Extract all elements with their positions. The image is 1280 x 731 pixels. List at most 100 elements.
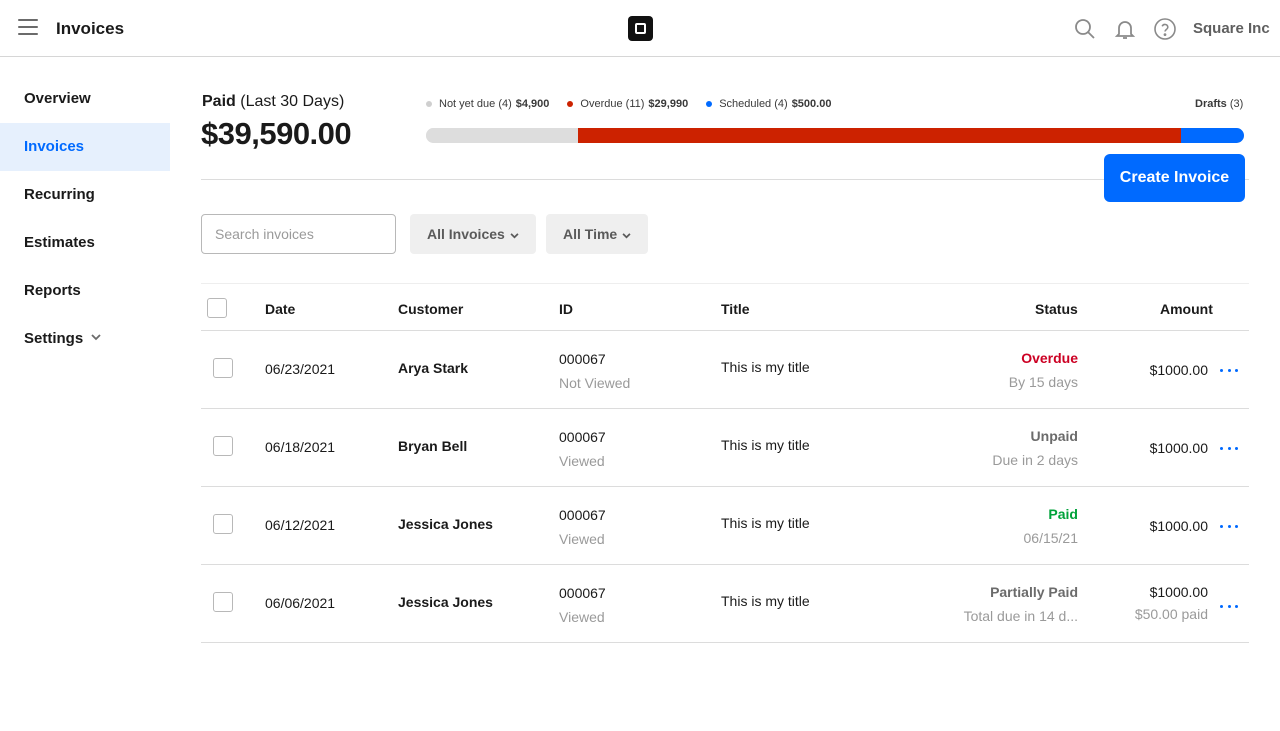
square-logo-icon[interactable]: [628, 16, 653, 41]
customer-name: Arya Stark: [398, 360, 469, 376]
legend-overdue[interactable]: Overdue (11) $29,990: [567, 98, 688, 110]
legend-dot-icon: [567, 101, 574, 107]
view-state: Viewed: [559, 531, 605, 547]
invoice-amount: $1000.00: [1149, 440, 1208, 456]
row-checkbox[interactable]: [213, 514, 233, 534]
row-checkbox[interactable]: [213, 358, 233, 378]
invoice-amount: $1000.00: [1149, 362, 1208, 378]
status-bar-segment-overdue: [578, 128, 1181, 143]
bell-icon[interactable]: [1113, 17, 1137, 41]
summary-amount: $39,590.00: [201, 116, 352, 151]
divider: [201, 179, 1249, 180]
top-bar: Invoices Square Inc: [0, 0, 1280, 57]
summary-label-period: (Last 30 Days): [235, 93, 345, 110]
invoice-table: Date Customer ID Title Status Amount 06/…: [201, 283, 1249, 643]
invoice-filter-dropdown[interactable]: All Invoices: [410, 214, 536, 254]
select-all-checkbox[interactable]: [207, 298, 227, 318]
sidebar: Overview Invoices Recurring Estimates Re…: [0, 75, 170, 363]
more-options-icon[interactable]: [1217, 520, 1241, 532]
legend-dot-icon: [706, 101, 713, 107]
status-badge: Overdue: [1021, 350, 1078, 366]
invoice-date: 06/23/2021: [265, 361, 336, 377]
status-bar-segment-scheduled: [1181, 128, 1244, 143]
more-options-icon[interactable]: [1217, 600, 1241, 612]
sidebar-item-settings[interactable]: Settings: [0, 315, 170, 363]
invoice-amount: $1000.00: [1149, 584, 1208, 600]
sidebar-item-label: Recurring: [24, 186, 95, 203]
status-detail: 06/15/21: [1023, 530, 1079, 546]
sidebar-item-recurring[interactable]: Recurring: [0, 171, 170, 219]
legend-label: Not yet due (4): [439, 98, 512, 110]
status-badge: Paid: [1048, 506, 1078, 522]
sidebar-item-overview[interactable]: Overview: [0, 75, 170, 123]
column-header-amount[interactable]: Amount: [1160, 301, 1213, 317]
search-input[interactable]: [201, 214, 396, 254]
status-badge: Partially Paid: [990, 584, 1078, 600]
invoice-title: This is my title: [721, 593, 810, 609]
invoice-title: This is my title: [721, 359, 810, 375]
legend-label: Overdue (11): [580, 98, 645, 110]
legend-dot-icon: [426, 101, 432, 107]
legend-amount: $4,900: [515, 98, 550, 110]
invoice-title: This is my title: [721, 437, 810, 453]
column-header-id[interactable]: ID: [559, 301, 573, 317]
sidebar-item-label: Estimates: [24, 234, 95, 251]
legend-label: Scheduled (4): [719, 98, 788, 110]
invoice-id: 000067: [559, 429, 606, 445]
customer-name: Bryan Bell: [398, 438, 468, 454]
create-invoice-button[interactable]: Create Invoice: [1104, 154, 1245, 202]
table-row[interactable]: 06/18/2021 Bryan Bell 000067 Viewed This…: [201, 409, 1249, 487]
drafts-link[interactable]: Drafts (3): [1195, 98, 1243, 110]
table-header: Date Customer ID Title Status Amount: [201, 283, 1249, 331]
menu-icon[interactable]: [18, 19, 38, 37]
sidebar-item-reports[interactable]: Reports: [0, 267, 170, 315]
view-state: Not Viewed: [559, 375, 631, 391]
status-badge: Unpaid: [1030, 428, 1078, 444]
row-checkbox[interactable]: [213, 592, 233, 612]
legend-not-yet-due[interactable]: Not yet due (4) $4,900: [426, 98, 549, 110]
status-bar-segment-not-yet-due: [426, 128, 579, 143]
table-row[interactable]: 06/12/2021 Jessica Jones 000067 Viewed T…: [201, 487, 1249, 565]
legend-amount: $500.00: [791, 98, 832, 110]
customer-name: Jessica Jones: [398, 594, 493, 610]
table-row[interactable]: 06/23/2021 Arya Stark 000067 Not Viewed …: [201, 331, 1249, 409]
help-icon[interactable]: [1153, 17, 1177, 41]
sidebar-item-label: Overview: [24, 90, 91, 107]
invoice-date: 06/12/2021: [265, 517, 336, 533]
table-row[interactable]: 06/06/2021 Jessica Jones 000067 Viewed T…: [201, 565, 1249, 643]
column-header-customer[interactable]: Customer: [398, 301, 463, 317]
column-header-date[interactable]: Date: [265, 301, 295, 317]
invoice-id: 000067: [559, 507, 606, 523]
invoice-amount: $1000.00: [1149, 518, 1208, 534]
summary-label-bold: Paid: [202, 93, 236, 110]
search-icon[interactable]: [1073, 17, 1097, 41]
status-legend: Not yet due (4) $4,900 Overdue (11) $29,…: [426, 98, 831, 110]
sidebar-item-label: Settings: [24, 330, 84, 347]
invoice-date: 06/06/2021: [265, 595, 336, 611]
invoice-filter-label: All Invoices: [427, 226, 505, 242]
status-progress-bar: [426, 128, 1244, 143]
sidebar-item-label: Invoices: [24, 138, 85, 155]
account-name[interactable]: Square Inc: [1193, 20, 1270, 37]
sidebar-item-estimates[interactable]: Estimates: [0, 219, 170, 267]
sidebar-item-invoices[interactable]: Invoices: [0, 123, 170, 171]
status-detail: Due in 2 days: [992, 452, 1078, 468]
column-header-title[interactable]: Title: [721, 301, 750, 317]
customer-name: Jessica Jones: [398, 516, 493, 532]
app-title: Invoices: [56, 19, 125, 38]
invoice-title: This is my title: [721, 515, 810, 531]
time-filter-dropdown[interactable]: All Time: [546, 214, 649, 254]
row-checkbox[interactable]: [213, 436, 233, 456]
more-options-icon[interactable]: [1217, 364, 1241, 376]
more-options-icon[interactable]: [1217, 442, 1241, 454]
chevron-down-icon: [91, 313, 101, 361]
status-detail: Total due in 14 d...: [963, 608, 1078, 624]
time-filter-label: All Time: [563, 226, 618, 242]
legend-amount: $29,990: [648, 98, 689, 110]
sidebar-item-label: Reports: [24, 282, 81, 299]
invoice-id: 000067: [559, 351, 606, 367]
legend-scheduled[interactable]: Scheduled (4) $500.00: [706, 98, 831, 110]
view-state: Viewed: [559, 453, 605, 469]
column-header-status[interactable]: Status: [1035, 301, 1078, 317]
drafts-label: Drafts: [1195, 98, 1227, 110]
